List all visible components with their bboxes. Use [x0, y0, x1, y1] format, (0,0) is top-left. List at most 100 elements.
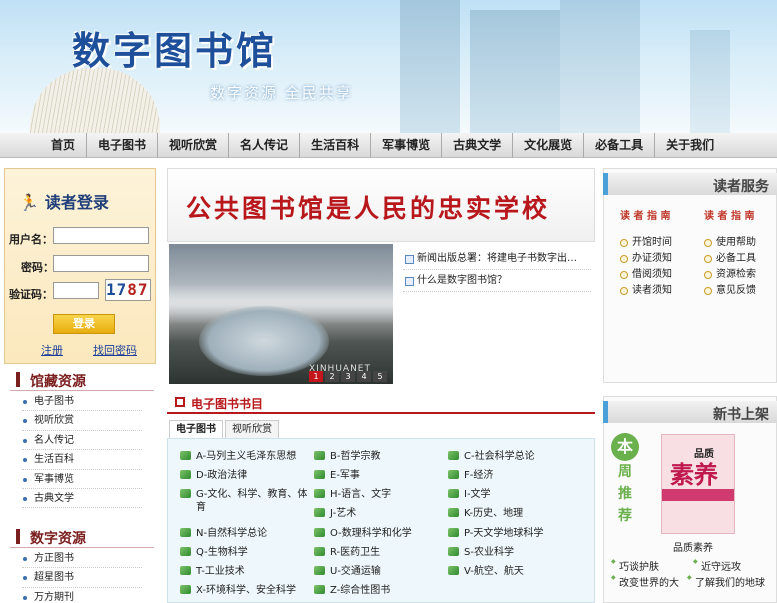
- recommend-char: 周: [618, 464, 632, 480]
- headline-banner: 公共图书馆是人民的忠实学校: [167, 168, 595, 242]
- category-link[interactable]: F-经济: [448, 469, 576, 482]
- captcha-image[interactable]: 1787: [105, 279, 151, 301]
- category-link[interactable]: T-工业技术: [180, 565, 308, 578]
- nav-item-ebooks[interactable]: 电子图书: [87, 133, 159, 158]
- guide-link[interactable]: 资源检索: [704, 267, 756, 283]
- guide-link[interactable]: 使用帮助: [704, 235, 756, 251]
- news-item[interactable]: 新闻出版总署：将建电子书数字出…: [403, 248, 591, 270]
- digital-item[interactable]: 超星图书: [22, 568, 142, 588]
- category-link[interactable]: P-天文学地球科学: [448, 527, 576, 540]
- category-link[interactable]: U-交通运输: [314, 565, 442, 578]
- collection-item[interactable]: 军事博览: [22, 470, 142, 489]
- open-book-image: [30, 68, 160, 133]
- category-link[interactable]: R-医药卫生: [314, 546, 442, 559]
- captcha-digits-b: 87: [127, 280, 149, 299]
- category-link[interactable]: Q-生物科学: [180, 546, 308, 559]
- collection-title: 馆藏资源: [16, 371, 86, 391]
- guide-list: 开馆时间 办证须知 借阅须知 读者须知: [620, 235, 672, 299]
- login-panel: 🏃 读者登录 用户名： 密码： 验证码： 1787 登录 注册 找回密码: [4, 168, 156, 364]
- category-link[interactable]: E-军事: [314, 469, 442, 482]
- tab-av[interactable]: 视听欣赏: [225, 420, 279, 438]
- category-link[interactable]: C-社会科学总论: [448, 450, 576, 463]
- digital-item[interactable]: 方正图书: [22, 549, 142, 569]
- forgot-password-link[interactable]: 找回密码: [93, 342, 137, 358]
- category-link[interactable]: A-马列主义毛泽东思想: [180, 450, 308, 463]
- category-link[interactable]: K-历史、地理: [448, 507, 576, 520]
- new-books-title: 新书上架: [713, 407, 769, 423]
- site-title: 数字图书馆: [72, 28, 278, 73]
- slide-page-button[interactable]: 4: [357, 371, 371, 382]
- divider: [10, 547, 154, 548]
- nav-item-tools[interactable]: 必备工具: [584, 133, 656, 158]
- weekly-recommend: 本 周 推 荐: [611, 433, 639, 543]
- new-book-link[interactable]: 巧谈护肤: [611, 558, 659, 573]
- category-link[interactable]: X-环境科学、安全科学: [180, 584, 308, 597]
- collection-item[interactable]: 视听欣赏: [22, 411, 142, 431]
- guide-link[interactable]: 办证须知: [620, 251, 672, 267]
- guide-list: 使用帮助 必备工具 资源检索 意见反馈: [704, 235, 756, 299]
- collection-item[interactable]: 电子图书: [22, 392, 142, 412]
- guide-link[interactable]: 意见反馈: [704, 283, 756, 299]
- ebook-section-header: 电子图书书目: [167, 392, 595, 414]
- ebook-tabs: 电子图书 视听欣赏: [167, 420, 279, 438]
- slideshow[interactable]: XINHUANET 1 2 3 4 5: [169, 244, 393, 384]
- category-link[interactable]: G-文化、科学、教育、体育: [180, 488, 308, 514]
- login-title: 🏃 读者登录: [19, 189, 109, 213]
- captcha-input[interactable]: [53, 282, 99, 299]
- collection-item[interactable]: 名人传记: [22, 431, 142, 451]
- username-input[interactable]: [53, 227, 149, 244]
- guide-link[interactable]: 读者须知: [620, 283, 672, 299]
- category-grid: A-马列主义毛泽东思想 B-哲学宗教 C-社会科学总论 D-政治法律 E-军事 …: [167, 438, 595, 603]
- nav-item-exhibition[interactable]: 文化展览: [513, 133, 585, 158]
- captcha-label: 验证码：: [9, 288, 53, 301]
- category-link[interactable]: B-哲学宗教: [314, 450, 442, 463]
- category-link[interactable]: J-艺术: [314, 507, 442, 520]
- category-link[interactable]: S-农业科学: [448, 546, 576, 559]
- news-list: 新闻出版总署：将建电子书数字出… 什么是数字图书馆？: [403, 248, 591, 292]
- nav-item-about[interactable]: 关于我们: [655, 133, 725, 158]
- collection-list: 电子图书 视听欣赏 名人传记 生活百科 军事博览 古典文学: [22, 392, 142, 509]
- collection-item[interactable]: 古典文学: [22, 489, 142, 509]
- slide-page-button[interactable]: 2: [325, 371, 339, 382]
- guide-label: 读 者 指 南: [620, 211, 671, 222]
- new-book-link[interactable]: 近守远攻: [693, 558, 741, 573]
- tab-ebooks[interactable]: 电子图书: [169, 420, 223, 438]
- book-cover-strip: [662, 489, 734, 501]
- book-cover[interactable]: 品质 素养: [661, 434, 735, 534]
- nav-item-av[interactable]: 视听欣赏: [158, 133, 230, 158]
- nav-item-biography[interactable]: 名人传记: [229, 133, 301, 158]
- category-link[interactable]: H-语言、文字: [314, 488, 442, 501]
- nav-item-life[interactable]: 生活百科: [300, 133, 372, 158]
- new-book-link[interactable]: 改变世界的大: [611, 574, 679, 589]
- password-input[interactable]: [53, 255, 149, 272]
- guide-link[interactable]: 借阅须知: [620, 267, 672, 283]
- new-book-link[interactable]: 了解我们的地球: [687, 574, 765, 589]
- book-name[interactable]: 品质素养: [673, 539, 713, 554]
- building-image: [470, 10, 560, 133]
- nav-item-military[interactable]: 军事博览: [371, 133, 443, 158]
- register-link[interactable]: 注册: [41, 342, 63, 358]
- slide-page-button[interactable]: 3: [341, 371, 355, 382]
- category-link[interactable]: Z-综合性图书: [314, 584, 442, 597]
- main-nav: 首页 电子图书 视听欣赏 名人传记 生活百科 军事博览 古典文学 文化展览 必备…: [0, 133, 777, 158]
- digital-title: 数字资源: [16, 528, 86, 548]
- category-link[interactable]: N-自然科学总论: [180, 527, 308, 540]
- category-link[interactable]: V-航空、航天: [448, 565, 576, 578]
- building-image: [400, 0, 460, 133]
- slide-page-button[interactable]: 5: [373, 371, 387, 382]
- collection-item[interactable]: 生活百科: [22, 450, 142, 470]
- nav-item-classics[interactable]: 古典文学: [442, 133, 514, 158]
- guide-link[interactable]: 开馆时间: [620, 235, 672, 251]
- category-link[interactable]: I-文学: [448, 488, 576, 501]
- category-link[interactable]: O-数理科学和化学: [314, 527, 442, 540]
- slide-page-button[interactable]: 1: [309, 371, 323, 382]
- site-slogan: 数字资源 全民共享: [210, 84, 353, 102]
- news-item[interactable]: 什么是数字图书馆？: [403, 270, 591, 292]
- guide-link[interactable]: 必备工具: [704, 251, 756, 267]
- digital-item[interactable]: 万方期刊: [22, 588, 142, 603]
- ebook-section-title: 电子图书书目: [191, 397, 264, 411]
- login-button[interactable]: 登录: [53, 314, 115, 334]
- nav-item-home[interactable]: 首页: [40, 133, 88, 158]
- category-link[interactable]: D-政治法律: [180, 469, 308, 482]
- new-books-header: 新书上架: [603, 401, 777, 423]
